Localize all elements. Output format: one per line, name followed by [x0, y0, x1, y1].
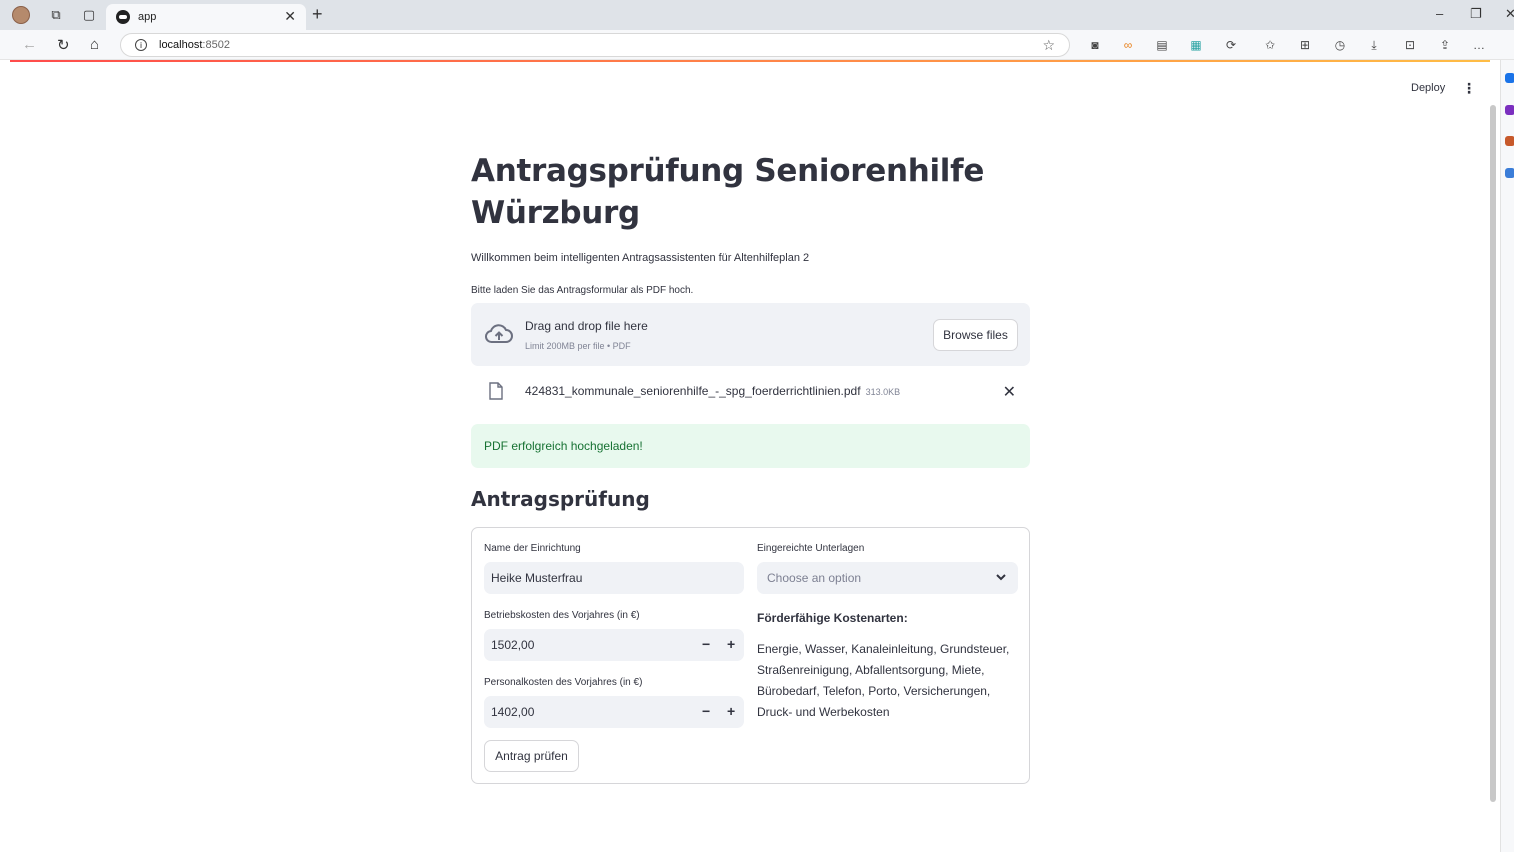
betriebskosten-label: Betriebskosten des Vorjahres (in €)	[484, 610, 640, 621]
collections-icon[interactable]: ⊞	[1297, 37, 1313, 53]
address-bar[interactable]: i localhost:8502 ☆	[120, 33, 1070, 57]
extension-notion-icon[interactable]: ◙	[1087, 37, 1103, 53]
browser-tab-bar: ⧉ ▢ app ✕ + – ❐ ✕	[0, 0, 1514, 30]
page-title: Antragsprüfung Seniorenhilfe Würzburg	[471, 153, 985, 231]
window-close-icon[interactable]: ✕	[1505, 6, 1514, 22]
screenshot-icon[interactable]: ⊡	[1402, 37, 1418, 53]
name-label: Name der Einrichtung	[484, 543, 581, 554]
browser-toolbar: ← ↻ ⌂ i localhost:8502 ☆ ◙ ∞ ▤ ▦ ⟳ ✩ ⊞ ◷…	[0, 30, 1514, 60]
remove-file-icon[interactable]: ✕	[1003, 382, 1016, 402]
unterlagen-label: Eingereichte Unterlagen	[757, 543, 865, 554]
site-info-icon[interactable]: i	[135, 39, 147, 51]
file-uploader-label: Bitte laden Sie das Antragsformular als …	[471, 285, 694, 296]
downloads-icon[interactable]: ⤓	[1366, 37, 1382, 53]
betriebskosten-decrement-button[interactable]: −	[702, 636, 710, 652]
welcome-text: Willkommen beim intelligenten Antragsass…	[471, 252, 810, 264]
extension-grid-icon[interactable]: ▦	[1188, 37, 1204, 53]
tab-actions-icon[interactable]: ▢	[80, 6, 98, 24]
url-host: localhost	[159, 39, 203, 51]
name-input[interactable]: Heike Musterfrau	[484, 562, 744, 594]
uploaded-file-name: 424831_kommunale_seniorenhilfe_-_spg_foe…	[525, 384, 900, 398]
personalkosten-decrement-button[interactable]: −	[702, 703, 710, 719]
upload-limit-text: Limit 200MB per file • PDF	[525, 341, 631, 351]
betriebskosten-value: 1502,00	[491, 638, 535, 652]
main-content: Antragsprüfung Seniorenhilfe Würzburg Wi…	[471, 150, 1031, 784]
personalkosten-input[interactable]: 1402,00 − +	[484, 696, 744, 728]
new-tab-icon[interactable]: +	[312, 4, 323, 25]
betriebskosten-increment-button[interactable]: +	[727, 636, 735, 652]
back-icon[interactable]: ←	[22, 36, 37, 53]
betriebskosten-input[interactable]: 1502,00 − +	[484, 629, 744, 661]
extension-infinity-icon[interactable]: ∞	[1120, 37, 1136, 53]
sidebar-copilot-icon[interactable]	[1505, 73, 1514, 83]
drop-instructions: Drag and drop file here	[525, 319, 648, 333]
workspaces-icon[interactable]: ⧉	[47, 6, 65, 24]
deploy-button[interactable]: Deploy	[1411, 82, 1445, 94]
minimize-icon[interactable]: –	[1436, 6, 1443, 21]
browser-sidebar	[1500, 60, 1514, 852]
uploaded-file-row: 424831_kommunale_seniorenhilfe_-_spg_foe…	[471, 376, 1030, 406]
favorite-star-icon[interactable]: ☆	[1042, 37, 1055, 54]
kostenarten-text: Energie, Wasser, Kanaleinleitung, Grunds…	[757, 642, 1010, 719]
browse-files-button[interactable]: Browse files	[933, 319, 1018, 351]
page-scrollbar[interactable]	[1490, 105, 1496, 802]
personalkosten-value: 1402,00	[491, 705, 535, 719]
streamlit-favicon-icon	[116, 10, 130, 24]
browser-tab[interactable]: app ✕	[106, 4, 306, 30]
application-form: Name der Einrichtung Heike Musterfrau Be…	[471, 527, 1030, 784]
antrag-pruefen-button[interactable]: Antrag prüfen	[484, 740, 579, 772]
cloud-upload-icon	[485, 324, 513, 343]
share-icon[interactable]: ⇪	[1437, 37, 1453, 53]
url-port: :8502	[202, 39, 230, 51]
personalkosten-increment-button[interactable]: +	[727, 703, 735, 719]
extensions-puzzle-icon[interactable]: ⟳	[1223, 37, 1239, 53]
file-icon	[489, 382, 503, 400]
reload-icon[interactable]: ↻	[57, 36, 70, 54]
profile-avatar-icon[interactable]	[12, 6, 30, 24]
history-icon[interactable]: ◷	[1332, 37, 1348, 53]
main-menu-icon[interactable]: ⋮	[1462, 80, 1476, 97]
personalkosten-label: Personalkosten des Vorjahres (in €)	[484, 677, 643, 688]
streamlit-decoration-bar	[10, 60, 1490, 62]
sidebar-onenote-icon[interactable]	[1505, 105, 1514, 115]
unterlagen-select[interactable]: Choose an option	[757, 562, 1018, 594]
more-menu-icon[interactable]: …	[1471, 37, 1487, 53]
file-name-text: 424831_kommunale_seniorenhilfe_-_spg_foe…	[525, 384, 861, 398]
success-alert: PDF erfolgreich hochgeladen!	[471, 424, 1030, 468]
file-size: 313.0KB	[865, 387, 901, 397]
kostenarten-heading: Förderfähige Kostenarten:	[757, 611, 908, 625]
sidebar-app-icon[interactable]	[1505, 136, 1514, 146]
restore-icon[interactable]: ❐	[1470, 6, 1482, 22]
close-tab-icon[interactable]: ✕	[284, 8, 296, 25]
sidebar-spark-icon[interactable]	[1505, 168, 1514, 178]
home-icon[interactable]: ⌂	[90, 36, 99, 53]
section-heading: Antragsprüfung	[471, 487, 650, 511]
chevron-down-icon	[996, 574, 1006, 581]
tab-title: app	[138, 11, 157, 23]
file-dropzone[interactable]: Drag and drop file here Limit 200MB per …	[471, 303, 1030, 366]
favorites-icon[interactable]: ✩	[1262, 37, 1278, 53]
unterlagen-placeholder: Choose an option	[767, 571, 862, 585]
extension-page-icon[interactable]: ▤	[1154, 37, 1170, 53]
